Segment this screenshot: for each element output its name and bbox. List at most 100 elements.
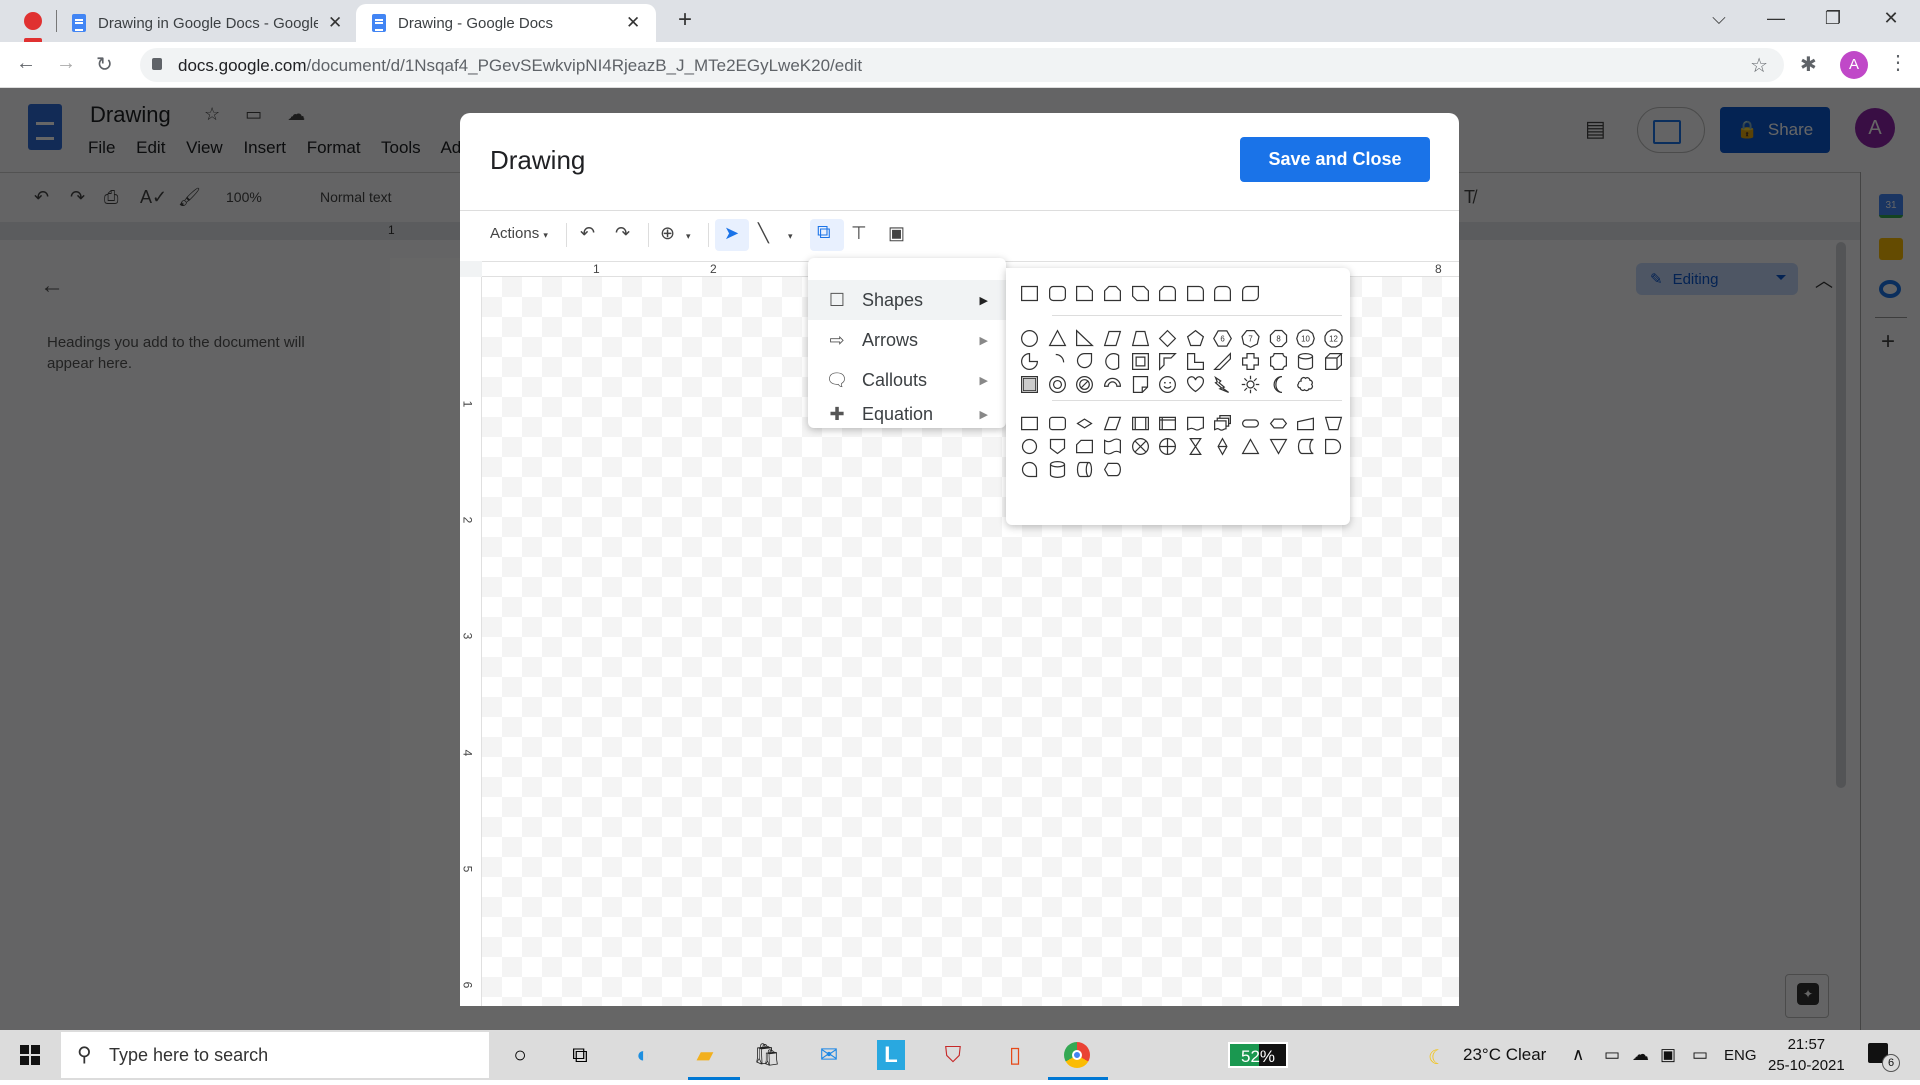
shape-moon[interactable] xyxy=(1264,371,1292,397)
onedrive-cloud-icon[interactable]: ☁ xyxy=(1632,1045,1649,1065)
shape-snip-round-single-corner-rectangle[interactable] xyxy=(1154,280,1182,306)
shape-flowchart-magnetic-disk[interactable] xyxy=(1044,456,1072,482)
shape-flowchart-sequential-access-storage[interactable] xyxy=(1016,456,1044,482)
meet-now-icon[interactable]: ▭ xyxy=(1604,1045,1620,1065)
shape-block-arc[interactable] xyxy=(1099,371,1127,397)
shape-flowchart-or[interactable] xyxy=(1154,433,1182,459)
windows-start-icon[interactable] xyxy=(20,1045,40,1065)
shape-sun[interactable] xyxy=(1237,371,1265,397)
shape-smiley-face[interactable] xyxy=(1154,371,1182,397)
donut-icon xyxy=(1048,375,1066,393)
shape-flowchart-summing-junction[interactable] xyxy=(1126,433,1154,459)
taskbar-search-input[interactable]: ⚲ Type here to search xyxy=(61,1032,489,1078)
octagon-icon: 8 xyxy=(1269,329,1287,347)
shape-snip-diagonal-corner-rectangle[interactable] xyxy=(1126,280,1154,306)
cortana-icon[interactable]: ○ xyxy=(504,1039,536,1071)
text-box-icon[interactable]: ⊤ xyxy=(851,223,867,244)
shape-donut[interactable] xyxy=(1044,371,1072,397)
line-tool-icon[interactable]: ╲ xyxy=(758,223,769,244)
mail-icon[interactable]: ✉ xyxy=(813,1039,845,1071)
language-indicator[interactable]: ENG xyxy=(1724,1047,1757,1064)
shape-flowchart-collate[interactable] xyxy=(1182,433,1210,459)
shape-lightning-bolt[interactable] xyxy=(1209,371,1237,397)
shape-round-same-side-corner-rectangle[interactable] xyxy=(1209,280,1237,306)
browser-tab-inactive[interactable]: Drawing in Google Docs - Google ✕ xyxy=(70,4,360,42)
clock[interactable]: 21:57 25-10-2021 xyxy=(1768,1034,1845,1076)
actions-menu-button[interactable]: Actions ▾ xyxy=(490,225,548,242)
shape-round-single-corner-rectangle[interactable] xyxy=(1182,280,1210,306)
browser-menu-icon[interactable]: ⋮ xyxy=(1888,50,1908,75)
zoom-dropdown-icon[interactable]: ▾ xyxy=(686,231,691,242)
shape-flowchart-delay[interactable] xyxy=(1320,433,1348,459)
show-hidden-icons-chevron[interactable]: ∧ xyxy=(1572,1045,1584,1065)
shape-flowchart-sort[interactable] xyxy=(1209,433,1237,459)
ruler-label: 8 xyxy=(1435,262,1442,276)
shape-flowchart-extract[interactable] xyxy=(1237,433,1265,459)
weather-moon-icon[interactable]: ☾ xyxy=(1428,1045,1446,1070)
reload-icon[interactable]: ↻ xyxy=(96,52,113,77)
office-icon[interactable]: ▯ xyxy=(999,1039,1031,1071)
chrome-icon[interactable] xyxy=(1061,1039,1093,1071)
line-dropdown-icon[interactable]: ▾ xyxy=(788,231,793,242)
shape-snip-same-side-corner-rectangle[interactable] xyxy=(1099,280,1127,306)
shape-tool-button[interactable]: ⧉ xyxy=(810,219,844,251)
extensions-puzzle-icon[interactable]: ✱ xyxy=(1800,52,1817,77)
undo-icon[interactable]: ↶ xyxy=(580,223,595,244)
close-window-button[interactable]: ✕ xyxy=(1876,8,1906,29)
l-app-icon[interactable]: L xyxy=(875,1039,907,1071)
shape-snip-single-corner-rectangle[interactable] xyxy=(1071,280,1099,306)
svg-text:7: 7 xyxy=(1248,334,1252,343)
shape-flowchart-stored-data[interactable] xyxy=(1292,433,1320,459)
shape-folded-corner[interactable] xyxy=(1126,371,1154,397)
restore-button[interactable]: ❐ xyxy=(1818,8,1848,29)
shape-flowchart-display[interactable] xyxy=(1099,456,1127,482)
forward-icon[interactable]: → xyxy=(56,52,76,75)
microsoft-store-icon[interactable]: 🛍 xyxy=(751,1039,783,1071)
flowchart-collate-icon xyxy=(1188,437,1202,455)
task-view-icon[interactable]: ⧉ xyxy=(564,1039,596,1071)
menu-item-arrows[interactable]: ⇨ Arrows ▶ xyxy=(808,320,1006,360)
save-and-close-button[interactable]: Save and Close xyxy=(1240,137,1430,182)
network-icon[interactable]: ▣ xyxy=(1660,1045,1676,1065)
folded-corner-icon xyxy=(1132,375,1148,393)
bookmark-star-icon[interactable]: ☆ xyxy=(1750,53,1768,78)
shape-cloud[interactable] xyxy=(1292,371,1320,397)
url-input[interactable]: docs.google.com/document/d/1Nsqaf4_PGevS… xyxy=(140,48,1784,82)
file-explorer-icon[interactable]: ▰ xyxy=(689,1039,721,1071)
edge-icon[interactable]: ◐ xyxy=(627,1039,659,1071)
weather-text[interactable]: 23°C Clear xyxy=(1463,1045,1546,1065)
flowchart-manual-input-icon xyxy=(1297,416,1315,430)
shape-heart[interactable] xyxy=(1182,371,1210,397)
shape-rounded-rectangle[interactable] xyxy=(1044,280,1072,306)
shape-round-diagonal-corner-rectangle[interactable] xyxy=(1237,280,1265,306)
redo-icon[interactable]: ↷ xyxy=(615,223,630,244)
close-tab-icon[interactable]: ✕ xyxy=(626,13,640,33)
shape-no-symbol[interactable] xyxy=(1071,371,1099,397)
shape-bevel[interactable] xyxy=(1016,371,1044,397)
mcafee-icon[interactable]: ⛉ xyxy=(937,1039,969,1071)
close-tab-icon[interactable]: ✕ xyxy=(328,13,342,33)
browser-profile-avatar[interactable]: A xyxy=(1840,51,1868,79)
minimize-button[interactable]: — xyxy=(1761,8,1791,29)
shape-rectangle[interactable] xyxy=(1016,280,1044,306)
back-icon[interactable]: ← xyxy=(16,52,36,75)
select-tool-button[interactable]: ➤ xyxy=(715,219,749,251)
zoom-icon[interactable]: ⊕ xyxy=(660,223,675,244)
browser-tab-active[interactable]: Drawing - Google Docs ✕ xyxy=(356,4,656,42)
battery-icon[interactable]: ▭ xyxy=(1692,1045,1708,1065)
snip-diagonal-corner-rectangle-icon xyxy=(1131,285,1149,301)
menu-item-equation[interactable]: ✚ Equation ▶ xyxy=(808,400,1006,428)
image-icon[interactable]: ▣ xyxy=(888,223,905,244)
dodecagon-icon: 12 xyxy=(1324,328,1343,348)
shape-flowchart-merge[interactable] xyxy=(1264,433,1292,459)
half-frame-icon xyxy=(1159,352,1178,371)
tab-search-dropdown-icon[interactable]: ⌵ xyxy=(1704,8,1734,29)
shape-flowchart-direct-access-storage[interactable] xyxy=(1071,456,1099,482)
new-tab-button[interactable]: + xyxy=(670,6,700,34)
plaque-icon xyxy=(1269,352,1287,370)
lock-icon xyxy=(152,58,162,70)
shape-cube[interactable] xyxy=(1320,348,1348,374)
menu-item-shapes[interactable]: ☐ Shapes ▶ xyxy=(808,280,1006,320)
arrow-icon: ⇨ xyxy=(829,329,845,350)
menu-item-callouts[interactable]: 🗨 Callouts ▶ xyxy=(808,360,1006,400)
